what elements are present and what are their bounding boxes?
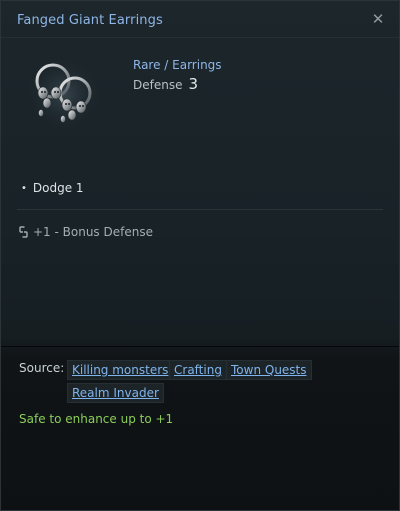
bonus-text: +1 - Bonus Defense	[33, 225, 153, 239]
title-divider	[1, 37, 399, 38]
effect-item: • Dodge 1	[21, 181, 84, 195]
item-tooltip: Fanged Giant Earrings ✕ Rare / Earrings …	[0, 0, 400, 511]
source-link-realm-invader[interactable]: Realm Invader	[67, 383, 164, 403]
bonus-line: +1 - Bonus Defense	[19, 225, 153, 239]
effect-label: Dodge 1	[32, 181, 84, 195]
footer-divider	[1, 346, 399, 347]
stat-label: Defense	[133, 78, 183, 92]
enhance-note: Safe to enhance up to +1	[19, 412, 174, 426]
link-icon	[19, 226, 28, 238]
source-link-killing-monsters[interactable]: Killing monsters	[67, 360, 174, 380]
earrings-icon	[23, 53, 105, 135]
bullet-icon: •	[21, 182, 27, 194]
section-divider	[17, 209, 383, 210]
item-title: Fanged Giant Earrings	[17, 13, 163, 28]
source-link-town-quests[interactable]: Town Quests	[226, 360, 312, 380]
stat-value: 3	[188, 75, 199, 93]
close-icon[interactable]: ✕	[369, 10, 387, 28]
item-grade-type: Rare / Earrings	[133, 58, 222, 72]
source-label: Source:	[19, 361, 65, 375]
defense-stat: Defense 3	[133, 75, 198, 93]
source-link-crafting[interactable]: Crafting	[169, 360, 227, 380]
